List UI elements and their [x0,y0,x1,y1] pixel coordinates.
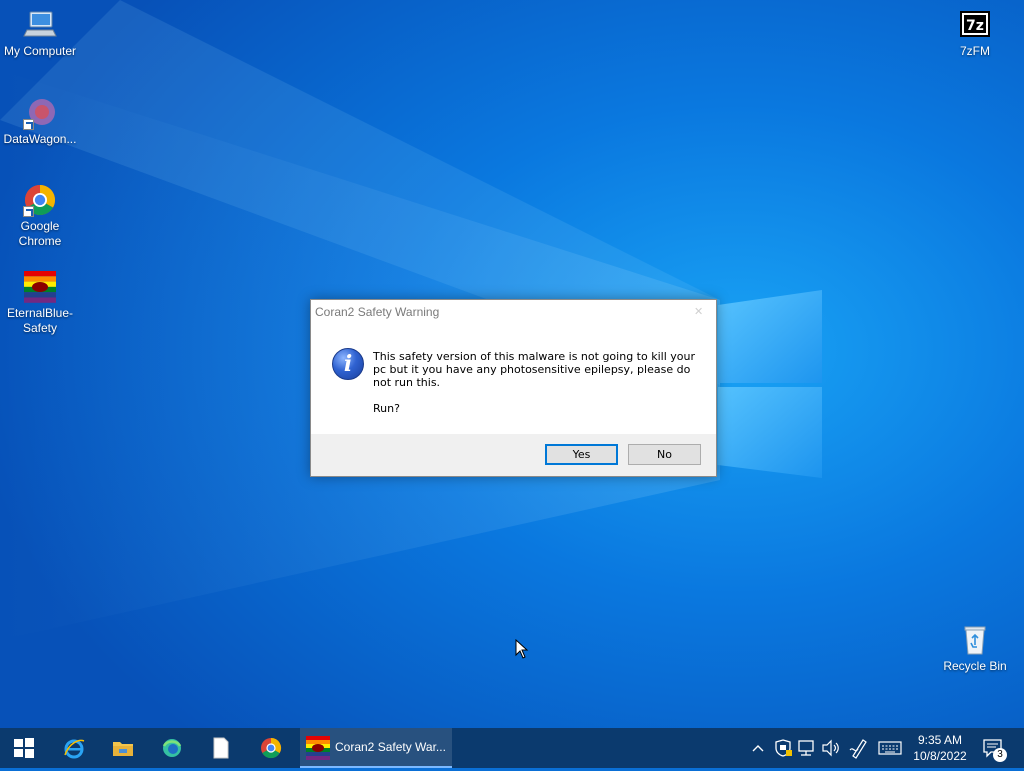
start-button[interactable] [0,728,48,768]
yes-button[interactable]: Yes [545,444,618,465]
shortcut-arrow-icon [23,119,34,130]
datawagon-icon [23,96,57,130]
system-clock[interactable]: 9:35 AM 10/8/2022 [906,732,974,764]
keyboard-icon [878,741,902,755]
dialog-message-block: This safety version of this malware is n… [373,350,703,415]
desktop-icon-label: 7zFM [960,44,990,58]
taskbar-document[interactable] [197,728,245,768]
desktop-icon-eternalblue-safety[interactable]: EternalBlue-Safety [0,270,80,336]
show-hidden-icons-button[interactable] [748,728,768,768]
computer-icon [23,8,57,42]
close-icon[interactable]: ✕ [694,305,706,318]
svg-text:7z: 7z [966,18,984,34]
rainbow-flag-icon [23,270,57,304]
taskbar-active-window[interactable]: Coran2 Safety War... [300,728,452,768]
desktop-icon-label: DataWagon... [3,132,77,146]
desktop-icon-google-chrome[interactable]: Google Chrome [0,183,80,249]
edge-icon [162,739,182,757]
security-shield-icon [775,739,792,757]
desktop-icon-7zfm[interactable]: 7z 7zFM [935,8,1015,59]
chrome-icon [23,183,57,217]
tray-network[interactable] [796,728,818,768]
volume-icon [822,739,839,757]
desktop-icon-my-computer[interactable]: My Computer [0,8,80,59]
taskbar-file-explorer[interactable] [99,728,147,768]
internet-explorer-icon [64,739,85,759]
desktop-icon-label: Google Chrome [18,219,62,248]
rainbow-flag-icon [306,736,330,760]
recycle-bin-icon [958,623,992,657]
desktop-icon-label: EternalBlue-Safety [6,306,74,335]
tray-pen[interactable] [848,728,870,768]
notification-count-badge: 3 [993,748,1007,762]
desktop-icon-recycle-bin[interactable]: Recycle Bin [935,623,1015,674]
document-icon [213,737,229,759]
taskbar-edge[interactable] [148,728,196,768]
clock-time: 9:35 AM [917,733,963,747]
dialog-question: Run? [373,402,400,415]
taskbar: Coran2 Safety War... 9:35 AM 10/8/2022 3 [0,728,1024,768]
dialog-message: This safety version of this malware is n… [373,350,695,389]
dialog-body: i This safety version of this malware is… [311,324,716,434]
chrome-icon [261,737,282,759]
7zip-icon: 7z [958,8,992,42]
taskbar-internet-explorer[interactable] [50,728,98,768]
safety-warning-dialog: Coran2 Safety Warning ✕ i This safety ve… [310,299,717,477]
dialog-title: Coran2 Safety Warning [315,305,440,319]
tray-volume[interactable] [820,728,842,768]
dialog-button-bar: Yes No [311,434,716,476]
action-center-button[interactable]: 3 [982,738,1007,762]
chevron-up-icon [752,745,764,752]
shortcut-arrow-icon [23,206,34,217]
desktop-icon-label: My Computer [3,44,77,58]
file-explorer-icon [113,742,133,756]
start-icon [14,738,34,758]
clock-date: 10/8/2022 [913,749,967,763]
tray-keyboard[interactable] [876,728,904,768]
tray-security[interactable] [772,728,794,768]
information-icon: i [332,348,364,380]
pen-icon [849,739,867,759]
desktop-icon-label: Recycle Bin [943,659,1007,673]
taskbar-window-label: Coran2 Safety War... [335,740,446,754]
taskbar-chrome[interactable] [247,728,295,768]
mouse-cursor-icon [515,638,529,664]
desktop-icon-datawagon[interactable]: DataWagon... [0,96,80,147]
network-icon [798,740,814,756]
no-button[interactable]: No [628,444,701,465]
